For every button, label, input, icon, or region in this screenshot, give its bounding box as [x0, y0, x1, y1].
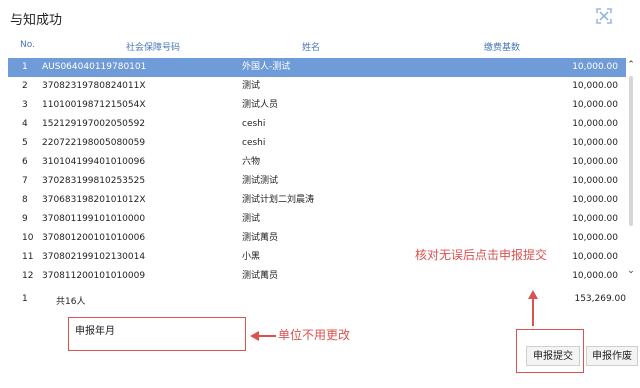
table-row[interactable]: 12 370811200101010009 测试萬员 10,000.00 [8, 267, 626, 286]
table-header: No. 社会保障号码 姓名 缴费基数 [8, 38, 628, 54]
row-social-id: 370801199101010000 [42, 214, 146, 224]
row-social-id: 370283199810253525 [42, 176, 146, 186]
annotation-arrow-up-icon [528, 290, 538, 326]
fullscreen-icon[interactable] [594, 6, 614, 26]
row-name: 测试 [242, 214, 261, 224]
row-name: 测试人员 [242, 100, 279, 110]
row-no: 11 [22, 252, 34, 262]
row-social-id: 370801200101010006 [42, 233, 146, 243]
row-no: 10 [22, 233, 34, 243]
chevron-down-icon[interactable]: ⌄ [626, 266, 636, 276]
dialog-titlebar: 与知成功 [0, 0, 640, 34]
declaration-month-field[interactable]: 申报年月 [68, 317, 246, 351]
table-row[interactable]: 3 11010019871215054X 测试人员 10,000.00 [8, 96, 626, 115]
table-row[interactable]: 5 220722198005080059 ceshi 10,000.00 [8, 134, 626, 153]
row-base: 10,000.00 [572, 119, 618, 129]
row-name: 小黑 [242, 252, 261, 262]
row-no: 7 [22, 176, 28, 186]
row-no: 5 [22, 138, 28, 148]
row-name: ceshi [242, 138, 266, 148]
table-row[interactable]: 2 37082319780824011X 测试 10,000.00 [8, 77, 626, 96]
header-social-id: 社会保障号码 [126, 43, 181, 53]
row-base: 10,000.00 [572, 157, 618, 167]
row-name: 测试测试 [242, 176, 279, 186]
row-base: 10,000.00 [572, 214, 618, 224]
row-no: 12 [22, 271, 34, 281]
row-base: 10,000.00 [572, 252, 618, 262]
table-row[interactable]: 4 152129197002050592 ceshi 10,000.00 [8, 115, 626, 134]
chevron-up-icon[interactable]: ⌃ [626, 60, 636, 70]
row-base: 10,000.00 [572, 233, 618, 243]
submit-declaration-button[interactable]: 申报提交 [526, 346, 580, 366]
summary-no: 1 [22, 294, 28, 304]
table-row[interactable]: 9 370801199101010000 测试 10,000.00 [8, 210, 626, 229]
header-base: 缴费基数 [484, 43, 521, 53]
void-declaration-button[interactable]: 申报作废 [586, 346, 638, 366]
row-social-id: 310104199401010096 [42, 157, 146, 167]
row-base: 10,000.00 [572, 271, 618, 281]
row-base: 10,000.00 [572, 81, 618, 91]
row-social-id: 37082319780824011X [42, 81, 146, 91]
table-row[interactable]: 1 AUS064040119780101 外国人-测试 10,000.00 [8, 58, 626, 77]
row-base: 10,000.00 [572, 138, 618, 148]
table-row[interactable]: 7 370283199810253525 测试测试 10,000.00 [8, 172, 626, 191]
row-base: 10,000.00 [572, 100, 618, 110]
row-no: 9 [22, 214, 28, 224]
annotation-unit-note: 单位不用更改 [278, 328, 351, 342]
row-social-id: 11010019871215054X [42, 100, 146, 110]
row-no: 2 [22, 81, 28, 91]
row-social-id: AUS064040119780101 [42, 62, 147, 72]
row-name: 测试计划二刘晨涛 [242, 195, 315, 205]
annotation-check-note: 核对无误后点击申报提交 [415, 248, 548, 262]
row-social-id: 370802199102130014 [42, 252, 146, 262]
row-social-id: 152129197002050592 [42, 119, 146, 129]
row-name: 六物 [242, 157, 261, 167]
annotation-arrow-left-icon [250, 331, 276, 341]
row-name: 测试萬员 [242, 271, 279, 281]
summary-count: 共16人 [56, 297, 86, 307]
scrollbar-thumb[interactable] [629, 76, 633, 226]
row-no: 6 [22, 157, 28, 167]
row-base: 10,000.00 [572, 62, 618, 72]
row-name: 测试萬员 [242, 233, 279, 243]
row-no: 1 [22, 62, 28, 72]
row-social-id: 37068319820101012X [42, 195, 146, 205]
row-social-id: 370811200101010009 [42, 271, 146, 281]
row-base: 10,000.00 [572, 195, 618, 205]
table-row[interactable]: 6 310104199401010096 六物 10,000.00 [8, 153, 626, 172]
row-name: 外国人-测试 [242, 62, 291, 72]
row-base: 10,000.00 [572, 176, 618, 186]
summary-total: 153,269.00 [574, 294, 626, 304]
row-social-id: 220722198005080059 [42, 138, 146, 148]
row-name: ceshi [242, 119, 266, 129]
table-scrollbar[interactable]: ⌃ ⌄ [626, 58, 636, 280]
dialog-title: 与知成功 [10, 13, 63, 28]
declaration-month-label: 申报年月 [75, 326, 115, 337]
row-name: 测试 [242, 81, 261, 91]
table-row[interactable]: 8 37068319820101012X 测试计划二刘晨涛 10,000.00 [8, 191, 626, 210]
row-no: 8 [22, 195, 28, 205]
header-name: 姓名 [302, 43, 321, 53]
row-no: 3 [22, 100, 28, 110]
header-no: No. [20, 40, 35, 50]
row-no: 4 [22, 119, 28, 129]
